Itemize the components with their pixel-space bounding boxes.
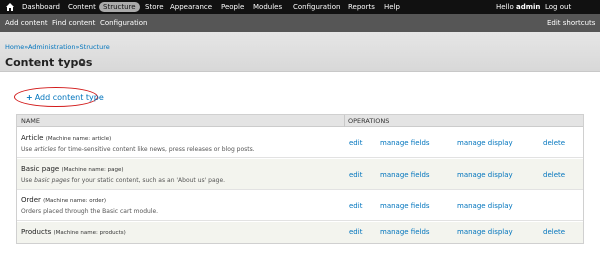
username: admin xyxy=(515,3,541,11)
desc-text: for time-sensitive content like news, pr… xyxy=(56,146,255,153)
manage-display-link[interactable]: manage display xyxy=(457,171,513,179)
toolbar-item-modules[interactable]: Modules xyxy=(253,0,282,14)
content-type-name: Basic page (Machine name: page) xyxy=(21,165,123,173)
manage-display-link[interactable]: manage display xyxy=(457,228,513,236)
breadcrumb: Home»Administration»Structure xyxy=(5,43,110,51)
toolbar-item-dashboard[interactable]: Dashboard xyxy=(22,0,60,14)
shortcut-bar: Add content Find content Configuration E… xyxy=(0,14,600,32)
table-row: Article (Machine name: article) Use arti… xyxy=(17,128,583,158)
table-row: Products (Machine name: products) edit m… xyxy=(17,222,583,243)
breadcrumb-home[interactable]: Home xyxy=(5,43,24,51)
logout-link[interactable]: Log out xyxy=(545,0,571,14)
toolbar-item-appearance[interactable]: Appearance xyxy=(170,0,212,14)
manage-fields-link[interactable]: manage fields xyxy=(380,202,430,210)
toolbar-item-configuration[interactable]: Configuration xyxy=(293,0,340,14)
toolbar-item-reports[interactable]: Reports xyxy=(348,0,375,14)
content-type-name: Article (Machine name: article) xyxy=(21,134,111,142)
manage-fields-link[interactable]: manage fields xyxy=(380,228,430,236)
machine-name: (Machine name: article) xyxy=(45,136,112,142)
hello-user: Hello admin xyxy=(496,0,540,14)
edit-link[interactable]: edit xyxy=(349,228,362,236)
desc-text: Use xyxy=(21,177,35,184)
content-type-label: Basic page xyxy=(21,165,60,173)
delete-link[interactable]: delete xyxy=(543,139,565,147)
shortcut-add-content[interactable]: Add content xyxy=(5,14,48,32)
gear-icon[interactable] xyxy=(78,58,86,66)
table-row: Basic page (Machine name: page) Use basi… xyxy=(17,159,583,190)
manage-fields-link[interactable]: manage fields xyxy=(380,139,430,147)
content-type-label: Order xyxy=(21,196,41,204)
toolbar-item-people[interactable]: People xyxy=(221,0,244,14)
edit-shortcuts-link[interactable]: Edit shortcuts xyxy=(547,14,595,32)
manage-display-link[interactable]: manage display xyxy=(457,202,513,210)
shortcut-configuration[interactable]: Configuration xyxy=(100,14,147,32)
plus-icon: + xyxy=(26,93,33,102)
desc-emphasis: articles xyxy=(34,146,57,153)
desc-text: for your static content, such as an 'Abo… xyxy=(69,177,226,184)
content-type-description: Orders placed through the Basic cart mod… xyxy=(21,208,159,215)
add-content-type-link[interactable]: + Add content type xyxy=(26,93,104,102)
toolbar-item-store[interactable]: Store xyxy=(145,0,164,14)
content-type-name: Products (Machine name: products) xyxy=(21,228,126,236)
toolbar-item-help[interactable]: Help xyxy=(384,0,400,14)
machine-name: (Machine name: page) xyxy=(61,167,124,173)
table-header: NAME OPERATIONS xyxy=(17,115,583,127)
header-divider xyxy=(344,115,345,127)
shortcut-find-content[interactable]: Find content xyxy=(52,14,95,32)
content-type-description: Use basic pages for your static content,… xyxy=(21,177,225,184)
machine-name: (Machine name: products) xyxy=(53,230,126,236)
column-header-operations: OPERATIONS xyxy=(348,117,390,125)
content-type-name: Order (Machine name: order) xyxy=(21,196,106,204)
delete-link[interactable]: delete xyxy=(543,171,565,179)
content-type-description: Use articles for time-sensitive content … xyxy=(21,146,255,153)
content-types-table: NAME OPERATIONS Article (Machine name: a… xyxy=(16,114,584,244)
toolbar-item-structure[interactable]: Structure xyxy=(99,2,140,12)
content-type-label: Article xyxy=(21,134,44,142)
desc-text: Use xyxy=(21,146,35,153)
table-row: Order (Machine name: order) Orders place… xyxy=(17,191,583,221)
edit-link[interactable]: edit xyxy=(349,202,362,210)
machine-name: (Machine name: order) xyxy=(43,198,107,204)
admin-toolbar: Dashboard Content Structure Store Appear… xyxy=(0,0,600,14)
delete-link[interactable]: delete xyxy=(543,228,565,236)
manage-fields-link[interactable]: manage fields xyxy=(380,171,430,179)
add-content-type-label: Add content type xyxy=(34,93,104,102)
breadcrumb-structure[interactable]: Structure xyxy=(80,43,110,51)
edit-link[interactable]: edit xyxy=(349,139,362,147)
desc-emphasis: basic pages xyxy=(34,177,70,184)
manage-display-link[interactable]: manage display xyxy=(457,139,513,147)
toolbar-item-content[interactable]: Content xyxy=(68,0,96,14)
hello-prefix: Hello xyxy=(496,3,514,11)
breadcrumb-administration[interactable]: Administration xyxy=(28,43,76,51)
edit-link[interactable]: edit xyxy=(349,171,362,179)
column-header-name: NAME xyxy=(21,117,41,125)
home-icon[interactable] xyxy=(5,2,15,12)
content-type-label: Products xyxy=(21,228,52,236)
